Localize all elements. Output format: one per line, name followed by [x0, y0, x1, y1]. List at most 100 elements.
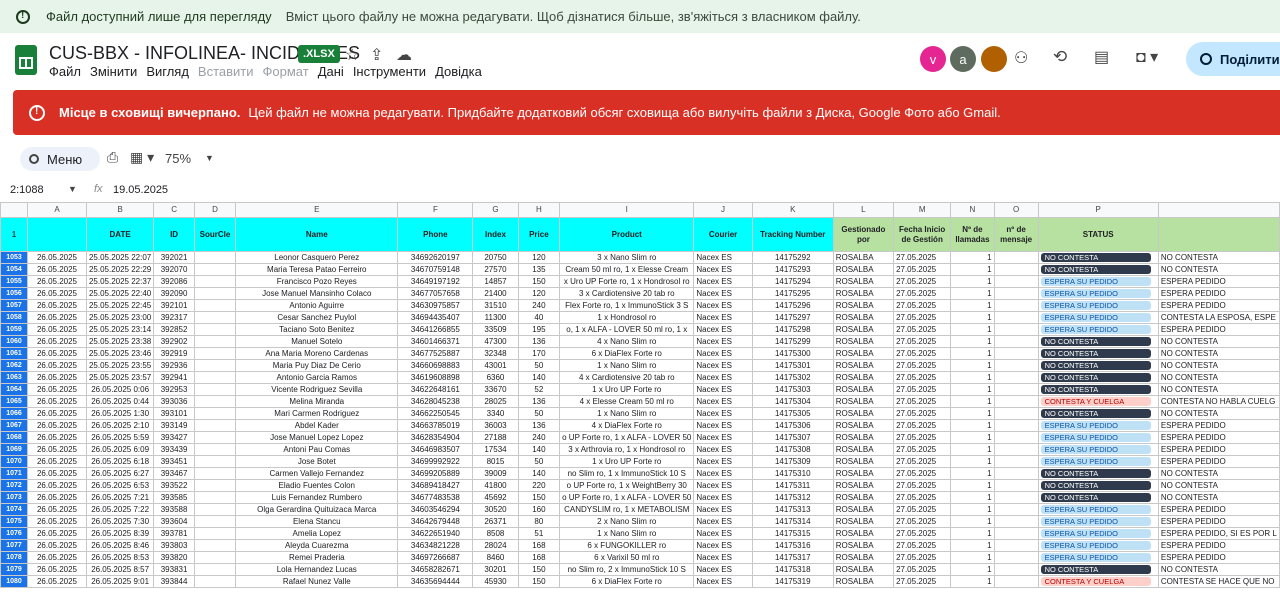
status-badge[interactable]: NO CONTESTA: [1040, 265, 1151, 275]
comments-icon[interactable]: ▤: [1094, 47, 1109, 67]
anonymous-viewer-icon[interactable]: ⚇: [1014, 48, 1028, 68]
cell[interactable]: [193, 503, 237, 516]
status-badge[interactable]: ESPERA SU PEDIDO: [1040, 541, 1151, 551]
cell[interactable]: 14175315: [751, 527, 834, 540]
cell[interactable]: 393036: [153, 395, 195, 408]
note-cell[interactable]: NO CONTESTA: [1157, 371, 1280, 384]
note-cell[interactable]: NO CONTESTA: [1157, 479, 1280, 492]
share-button[interactable]: Поділитися: [1186, 42, 1280, 76]
cell[interactable]: 27570: [472, 263, 519, 276]
cell[interactable]: 8015: [472, 455, 519, 468]
cell[interactable]: Nacex ES: [693, 467, 753, 480]
cell[interactable]: 14175318: [751, 563, 834, 576]
cell[interactable]: 26.05.2025: [27, 431, 87, 444]
table-row[interactable]: 1069 26.05.2025 26.05.2025 6:09 393439 Anton…: [0, 443, 1280, 456]
cell[interactable]: 45692: [472, 491, 519, 504]
status-cell[interactable]: NO CONTESTA: [1037, 467, 1159, 480]
cell[interactable]: 27.05.2025: [893, 539, 952, 552]
cell[interactable]: 1: [950, 419, 995, 432]
cell[interactable]: Nacex ES: [693, 395, 753, 408]
cell[interactable]: ROSALBA: [832, 479, 895, 492]
cell[interactable]: 150: [517, 563, 561, 576]
cell[interactable]: 150: [517, 491, 561, 504]
column-header[interactable]: N: [950, 202, 995, 218]
cell[interactable]: 26.05.2025: [27, 311, 87, 324]
cell[interactable]: 392953: [153, 383, 195, 396]
cell[interactable]: 34630975857: [397, 299, 474, 312]
cell[interactable]: 26.05.2025 8:39: [85, 527, 155, 540]
header-cell[interactable]: SourCIe: [193, 217, 237, 252]
cell[interactable]: 14175307: [751, 431, 834, 444]
note-cell[interactable]: NO CONTESTA: [1157, 347, 1280, 360]
cell[interactable]: Nacex ES: [693, 551, 753, 564]
cell[interactable]: Vicente Rodriguez Sevilla: [235, 383, 399, 396]
status-cell[interactable]: ESPERA SU PEDIDO: [1037, 323, 1159, 336]
cell[interactable]: 136: [517, 395, 561, 408]
cell[interactable]: 21400: [472, 287, 519, 300]
cell[interactable]: 1: [950, 251, 995, 264]
column-header[interactable]: J: [693, 202, 753, 218]
cell[interactable]: [193, 287, 237, 300]
row-header[interactable]: 1077: [0, 539, 29, 552]
table-row[interactable]: 1074 26.05.2025 26.05.2025 7:22 393588 Olga …: [0, 503, 1280, 516]
cell[interactable]: Francisco Pozo Reyes: [235, 275, 399, 288]
cell[interactable]: ROSALBA: [832, 359, 895, 372]
cell[interactable]: [193, 251, 237, 264]
cell[interactable]: 52: [517, 383, 561, 396]
cell[interactable]: [193, 263, 237, 276]
cell[interactable]: 27.05.2025: [893, 551, 952, 564]
table-row[interactable]: 1063 26.05.2025 25.05.2025 23:57 392941 Anto…: [0, 371, 1280, 384]
status-badge[interactable]: NO CONTESTA: [1040, 565, 1151, 575]
header-cell[interactable]: Index: [472, 217, 519, 252]
cell[interactable]: [993, 311, 1039, 324]
table-row[interactable]: 1062 26.05.2025 25.05.2025 23:55 392936 Mari…: [0, 359, 1280, 372]
cell[interactable]: Rafael Nunez Valle: [235, 575, 399, 588]
cell[interactable]: Mari Carmen Rodriguez: [235, 407, 399, 420]
cell[interactable]: [193, 383, 237, 396]
cell[interactable]: 393604: [153, 515, 195, 528]
cell[interactable]: 392317: [153, 311, 195, 324]
note-cell[interactable]: NO CONTESTA: [1157, 407, 1280, 420]
row-header[interactable]: 1079: [0, 563, 29, 576]
cell[interactable]: 25.05.2025 22:40: [85, 287, 155, 300]
table-row[interactable]: 1067 26.05.2025 26.05.2025 2:10 393149 Abdel…: [0, 419, 1280, 432]
cell[interactable]: Antoni Pau Comas: [235, 443, 399, 456]
status-badge[interactable]: ESPERA SU PEDIDO: [1040, 289, 1151, 299]
cell[interactable]: 240: [517, 299, 561, 312]
cell[interactable]: [993, 491, 1039, 504]
note-cell[interactable]: NO CONTESTA: [1157, 335, 1280, 348]
cell[interactable]: Aleyda Cuarezma: [235, 539, 399, 552]
cell[interactable]: [193, 323, 237, 336]
cell[interactable]: 14175304: [751, 395, 834, 408]
note-cell[interactable]: NO CONTESTA: [1157, 563, 1280, 576]
cell[interactable]: 26.05.2025: [27, 503, 87, 516]
select-all-corner[interactable]: [0, 202, 29, 218]
cell[interactable]: 1: [950, 515, 995, 528]
cell[interactable]: 25.05.2025 23:57: [85, 371, 155, 384]
cell[interactable]: 392936: [153, 359, 195, 372]
cell[interactable]: 168: [517, 539, 561, 552]
cell[interactable]: 26.05.2025 6:53: [85, 479, 155, 492]
cell[interactable]: [193, 539, 237, 552]
table-row[interactable]: 1061 26.05.2025 25.05.2025 23:46 392919 Ana …: [0, 347, 1280, 360]
menu-item[interactable]: Дані: [318, 64, 344, 79]
note-cell[interactable]: ESPERA PEDIDO, SI ES POR L: [1157, 527, 1280, 540]
cell[interactable]: [993, 479, 1039, 492]
cell[interactable]: Nacex ES: [693, 443, 753, 456]
row-header[interactable]: 1065: [0, 395, 29, 408]
status-badge[interactable]: NO CONTESTA: [1040, 481, 1151, 491]
cell[interactable]: Nacex ES: [693, 299, 753, 312]
cell[interactable]: 14175297: [751, 311, 834, 324]
cell[interactable]: Nacex ES: [693, 347, 753, 360]
cell[interactable]: 27.05.2025: [893, 251, 952, 264]
cell[interactable]: Ana Maria Moreno Cardenas: [235, 347, 399, 360]
cell[interactable]: [193, 407, 237, 420]
cell[interactable]: [993, 419, 1039, 432]
status-cell[interactable]: ESPERA SU PEDIDO: [1037, 419, 1159, 432]
cell[interactable]: 26371: [472, 515, 519, 528]
header-cell[interactable]: Courier: [693, 217, 753, 252]
cell[interactable]: 34622651940: [397, 527, 474, 540]
cell[interactable]: 26.05.2025: [27, 335, 87, 348]
cell[interactable]: ROSALBA: [832, 575, 895, 588]
cell[interactable]: ROSALBA: [832, 539, 895, 552]
